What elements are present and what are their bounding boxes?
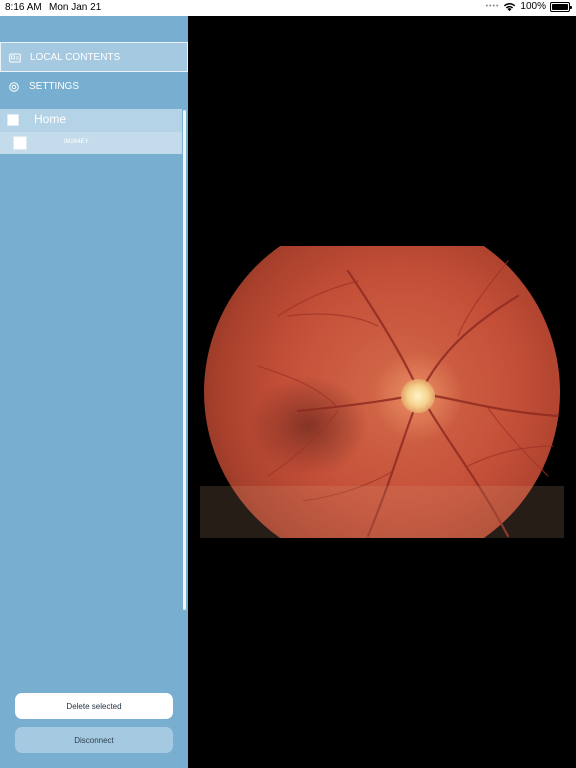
tree-item-home[interactable]: Home [0,109,182,131]
nav-local-contents-label: LOCAL CONTENTS [30,52,121,63]
image-viewer[interactable] [188,16,576,768]
tree-home-label: Home [34,112,67,126]
app-root: 8:16 AM Mon Jan 21 •••• 100% LOCAL CONTE… [0,0,576,768]
nav-settings[interactable]: SETTINGS [0,72,188,102]
sidebar-scrollbar[interactable] [183,110,186,610]
disconnect-button[interactable]: Disconnect [15,727,173,753]
battery-percent: 100% [520,1,546,12]
tree-file-label: IM264EY [64,139,89,145]
status-date: Mon Jan 21 [49,2,102,13]
status-right-group: •••• 100% [485,1,572,12]
home-checkbox[interactable] [7,114,19,126]
fundus-image [200,246,564,538]
delete-selected-button[interactable]: Delete selected [15,693,173,719]
file-checkbox[interactable] [13,136,27,150]
sidebar: LOCAL CONTENTS SETTINGS Home IM264EY Del… [0,16,188,768]
status-bar: 8:16 AM Mon Jan 21 •••• 100% [0,0,576,16]
wifi-icon [504,2,516,11]
content-tree: Home IM264EY [0,109,182,154]
battery-icon [550,1,572,12]
gear-icon [9,82,19,92]
nav-settings-label: SETTINGS [29,81,80,92]
tree-item-file[interactable]: IM264EY [0,132,182,154]
nav-local-contents[interactable]: LOCAL CONTENTS [0,42,188,72]
status-time: 8:16 AM [5,2,42,13]
image-folder-icon [9,53,21,63]
signal-icon: •••• [485,3,500,10]
